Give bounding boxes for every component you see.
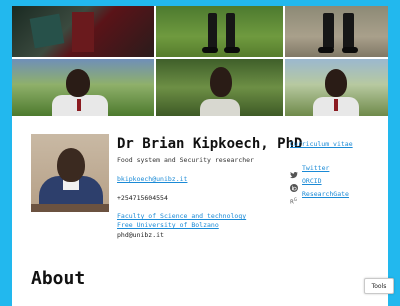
researchgate-link[interactable]: RG ResearchGate xyxy=(290,188,349,205)
researchgate-label: ResearchGate xyxy=(302,190,349,198)
svg-text:RG: RG xyxy=(290,197,297,205)
profile-subtitle: Food system and Security researcher xyxy=(117,156,254,164)
banner-photo-grid xyxy=(12,6,388,116)
twitter-icon xyxy=(290,164,298,179)
email-link[interactable]: bkipkoech@unibz.it xyxy=(117,175,187,183)
orcid-icon xyxy=(290,177,298,192)
phd-email: phd@unibz.it xyxy=(117,231,164,239)
cv-link[interactable]: Curriculum vitae xyxy=(290,140,353,148)
banner-photo-6 xyxy=(285,59,388,116)
profile-avatar xyxy=(31,134,109,212)
profile-page: Dr Brian Kipkoech, PhD Food system and S… xyxy=(12,6,388,306)
orcid-label: ORCID xyxy=(302,177,322,185)
banner-photo-3 xyxy=(285,6,388,57)
social-links: Twitter ORCID RG ResearchGate xyxy=(290,162,349,205)
tools-button[interactable]: Tools xyxy=(364,278,394,294)
banner-photo-5 xyxy=(156,59,283,116)
banner-photo-1 xyxy=(12,6,154,57)
profile-name: Dr Brian Kipkoech, PhD xyxy=(117,136,303,152)
researchgate-icon: RG xyxy=(290,190,298,205)
phone-number: +254715604554 xyxy=(117,194,168,202)
banner-photo-4 xyxy=(12,59,154,116)
twitter-label: Twitter xyxy=(302,164,330,172)
orcid-link[interactable]: ORCID xyxy=(290,175,349,192)
about-heading: About xyxy=(31,268,86,289)
twitter-link[interactable]: Twitter xyxy=(290,162,349,179)
faculty-link[interactable]: Faculty of Science and technology xyxy=(117,212,246,220)
university-link[interactable]: Free University of Bolzano xyxy=(117,221,219,229)
banner-photo-2 xyxy=(156,6,283,57)
